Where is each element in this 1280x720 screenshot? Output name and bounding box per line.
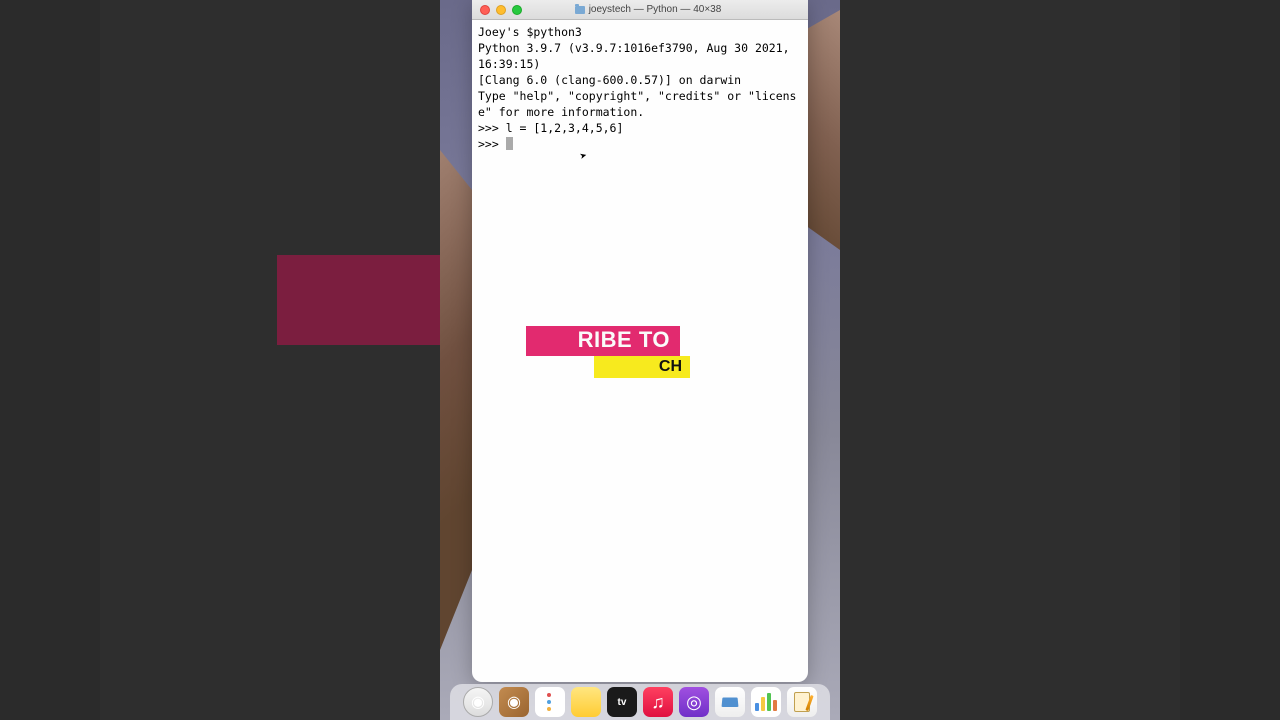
background-edge-right: [1180, 0, 1280, 720]
background-edge-left: [0, 0, 100, 720]
window-title-area: joeystech — Python — 40×38: [522, 4, 774, 15]
music-icon[interactable]: ♫: [643, 687, 673, 717]
traffic-lights: [480, 5, 522, 15]
maximize-button[interactable]: [512, 5, 522, 15]
terminal-line: Joey's $python3: [478, 25, 582, 39]
text-cursor: [506, 137, 513, 150]
podcasts-icon[interactable]: ◎: [679, 687, 709, 717]
dark-panel-right: [840, 0, 1180, 720]
titlebar[interactable]: joeystech — Python — 40×38: [472, 0, 808, 20]
maroon-rectangle: [277, 255, 440, 345]
terminal-line: [Clang 6.0 (clang-600.0.57)] on darwin: [478, 73, 741, 87]
terminal-prompt: >>>: [478, 137, 506, 151]
safari-icon[interactable]: ◉: [463, 687, 493, 717]
dock: ◉ ◉ tv ♫ ◎: [450, 684, 830, 720]
numbers-icon[interactable]: [751, 687, 781, 717]
keynote-icon[interactable]: [715, 687, 745, 717]
pages-icon[interactable]: [787, 687, 817, 717]
dark-panel-left: [100, 0, 440, 720]
overlay-banner-pink: RIBE TO: [526, 326, 680, 356]
close-button[interactable]: [480, 5, 490, 15]
minimize-button[interactable]: [496, 5, 506, 15]
reminders-icon[interactable]: [535, 687, 565, 717]
overlay-banner-group: RIBE TO CH: [526, 326, 690, 378]
overlay-banner-yellow: CH: [594, 356, 690, 378]
notes-icon[interactable]: [571, 687, 601, 717]
appletv-label: tv: [618, 697, 627, 708]
contacts-icon[interactable]: ◉: [499, 687, 529, 717]
mouse-pointer-icon: ➤: [578, 147, 589, 164]
terminal-line: Type "help", "copyright", "credits" or "…: [478, 89, 797, 119]
terminal-line: >>> l = [1,2,3,4,5,6]: [478, 121, 623, 135]
appletv-icon[interactable]: tv: [607, 687, 637, 717]
window-title-text: joeystech — Python — 40×38: [589, 4, 722, 15]
folder-icon: [575, 6, 585, 14]
terminal-line: Python 3.9.7 (v3.9.7:1016ef3790, Aug 30 …: [478, 41, 797, 71]
